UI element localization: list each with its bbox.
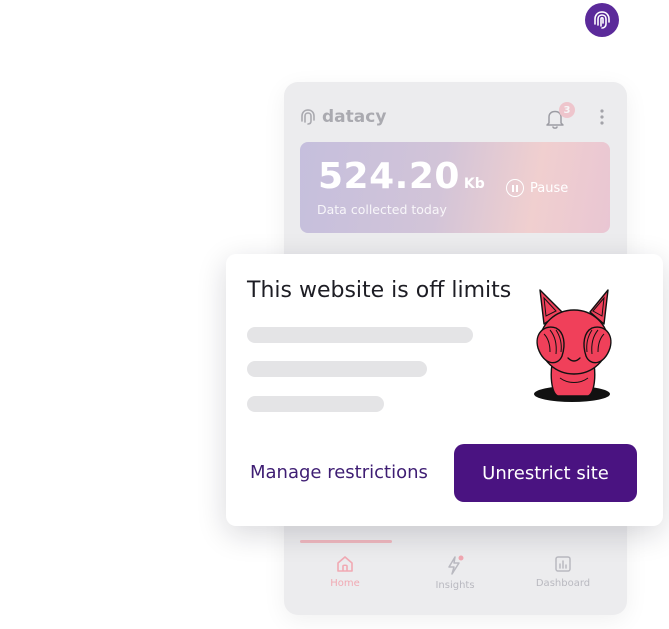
home-icon <box>337 556 353 572</box>
nav-item-home[interactable]: Home <box>300 554 390 589</box>
skeleton-line <box>247 361 427 377</box>
data-unit: Kb <box>463 176 485 192</box>
kebab-menu-icon <box>600 109 604 125</box>
brand-name: datacy <box>322 107 387 127</box>
app-header: datacy 3 <box>300 102 611 130</box>
restriction-dialog: This website is off limits Manage restri… <box>226 254 663 526</box>
data-amount: 524.20 <box>318 156 460 197</box>
unrestrict-site-button[interactable]: Unrestrict site <box>454 444 637 502</box>
bottom-navigation: Home Insights Dashboard <box>284 540 627 600</box>
skeleton-line <box>247 396 384 412</box>
pause-icon <box>506 179 524 197</box>
nav-dashboard-label: Dashboard <box>535 578 591 589</box>
nav-insights-label: Insights <box>435 580 475 591</box>
notifications-button[interactable]: 3 <box>545 102 575 130</box>
nav-item-insights[interactable]: Insights <box>410 554 500 591</box>
more-menu-button[interactable] <box>599 108 605 126</box>
data-collected-value: 524.20 Kb <box>318 156 485 197</box>
fingerprint-icon <box>301 109 315 125</box>
corner-fingerprint-logo <box>585 3 619 37</box>
fingerprint-icon <box>594 11 610 29</box>
brand: datacy <box>300 107 386 127</box>
skeleton-line <box>247 327 473 343</box>
data-collected-card: 524.20 Kb Data collected today Pause <box>300 142 610 233</box>
pause-button[interactable]: Pause <box>506 179 568 197</box>
manage-restrictions-link[interactable]: Manage restrictions <box>250 462 428 483</box>
dialog-title: This website is off limits <box>247 278 512 303</box>
nav-home-label: Home <box>330 578 360 589</box>
covering-eyes-mascot-illustration <box>534 289 612 402</box>
data-caption: Data collected today <box>317 202 447 217</box>
nav-item-dashboard[interactable]: Dashboard <box>518 554 608 589</box>
lightning-icon <box>448 555 464 575</box>
pause-label: Pause <box>530 180 569 196</box>
notification-count-badge: 3 <box>559 102 575 118</box>
chart-icon <box>555 556 571 572</box>
active-tab-indicator <box>300 540 392 543</box>
